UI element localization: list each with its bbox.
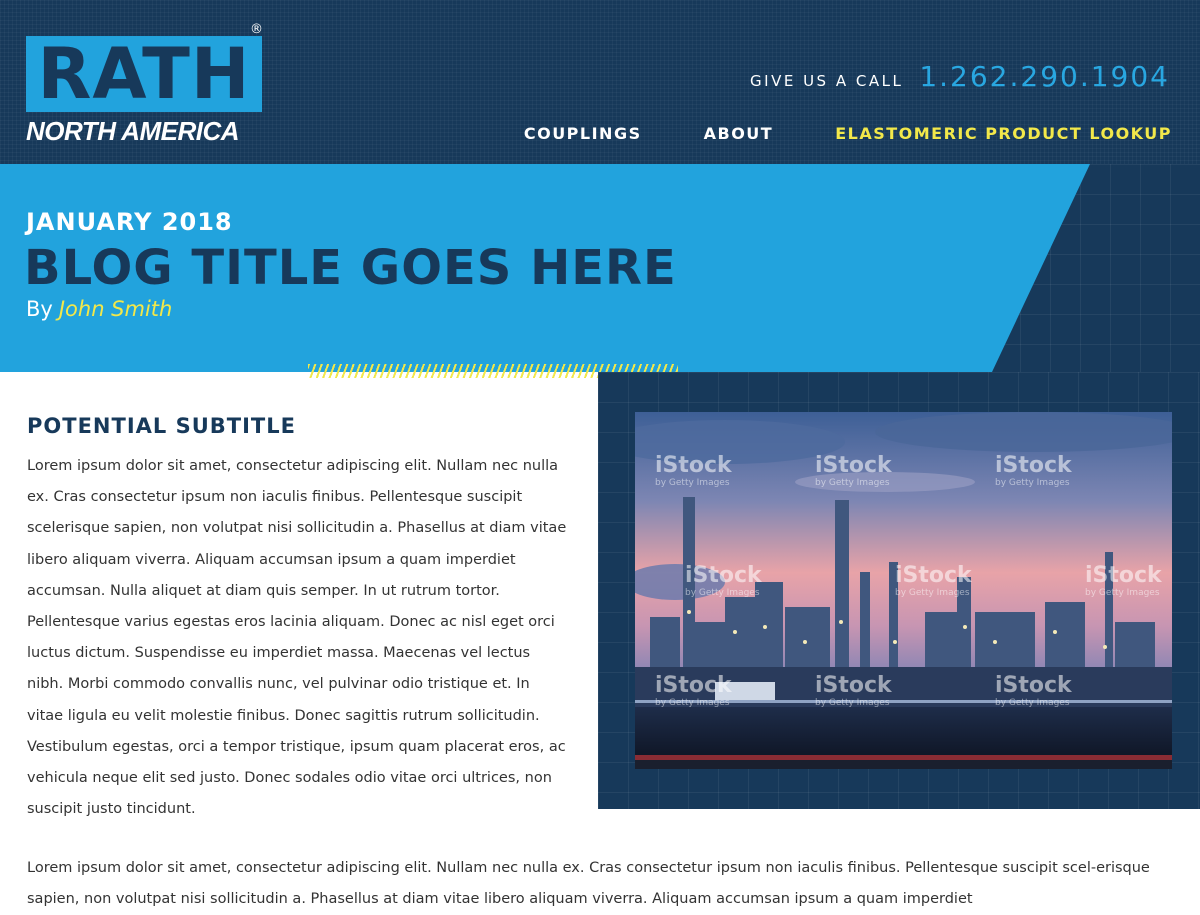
watermark-subtext: by Getty Images (995, 698, 1070, 708)
watermark-subtext: by Getty Images (815, 478, 890, 488)
post-date: JANUARY 2018 (26, 208, 233, 236)
contact-block: GIVE US A CALL 1.262.290.1904 (750, 60, 1170, 93)
watermark-subtext: by Getty Images (995, 478, 1070, 488)
article-paragraph-1: Lorem ipsum dolor sit amet, consectetur … (27, 458, 567, 818)
watermark-subtext: by Getty Images (815, 698, 890, 708)
hero-banner: JANUARY 2018 BLOG TITLE GOES HERE By John… (0, 164, 1200, 378)
article-paragraph-2: Lorem ipsum dolor sit amet, consectetur … (27, 860, 1150, 908)
logo-subtitle: NORTH AMERICA (26, 116, 240, 146)
image-panel: iStock by Getty Images iStock by Getty Imag… (598, 372, 1200, 809)
site-header: RATH ® NORTH AMERICA GIVE US A CALL 1.26… (0, 0, 1200, 164)
watermark-text: iStock (685, 563, 763, 588)
watermark-text: iStock (655, 673, 733, 698)
article-subtitle: POTENTIAL SUBTITLE (27, 414, 296, 438)
post-title: BLOG TITLE GOES HERE (24, 240, 677, 296)
watermark-text: iStock (815, 673, 893, 698)
nav-item-couplings[interactable]: COUPLINGS (524, 124, 642, 143)
watermark-text: iStock (655, 453, 733, 478)
main-nav: COUPLINGS ABOUT ELASTOMERIC PRODUCT LOOK… (462, 124, 1172, 143)
watermark-text: iStock (995, 673, 1073, 698)
nav-item-elastomeric-lookup[interactable]: ELASTOMERIC PRODUCT LOOKUP (835, 124, 1172, 143)
refinery-photo: iStock by Getty Images iStock by Getty Imag… (635, 412, 1172, 769)
watermark-subtext: by Getty Images (685, 588, 760, 598)
watermark-text: iStock (995, 453, 1073, 478)
post-byline: By John Smith (26, 297, 172, 321)
watermark-subtext: by Getty Images (895, 588, 970, 598)
watermark-text: iStock (895, 563, 973, 588)
watermark-subtext: by Getty Images (1085, 588, 1160, 598)
logo-text: RATH (37, 33, 251, 115)
watermark-subtext: by Getty Images (655, 478, 730, 488)
watermark-text: iStock (1085, 563, 1163, 588)
registered-mark: ® (250, 22, 263, 37)
nav-item-about[interactable]: ABOUT (704, 124, 774, 143)
call-label: GIVE US A CALL (750, 72, 904, 90)
refinery-illustration: iStockby Getty ImagesiStockby Getty Imag… (635, 412, 1172, 769)
author-link[interactable]: John Smith (59, 297, 173, 321)
byline-label: By (26, 297, 53, 321)
watermark-text: iStock (815, 453, 893, 478)
watermark-subtext: by Getty Images (655, 698, 730, 708)
phone-link[interactable]: 1.262.290.1904 (919, 60, 1170, 93)
rath-logo[interactable]: RATH ® NORTH AMERICA (26, 22, 266, 146)
